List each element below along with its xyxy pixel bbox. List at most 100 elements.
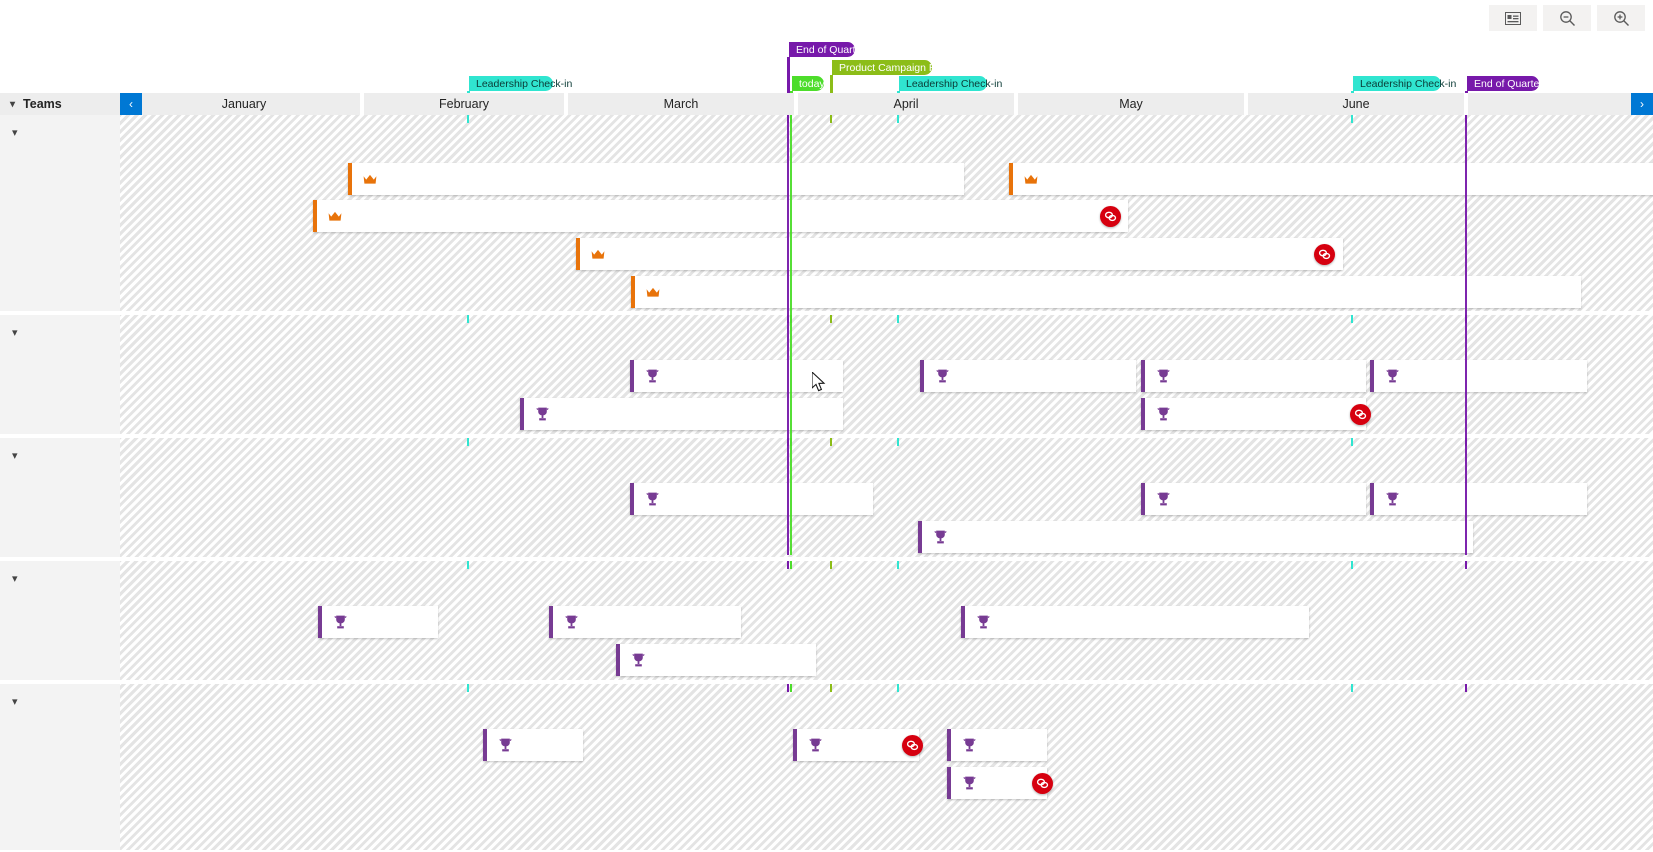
dependency-badge-icon[interactable] <box>1100 206 1121 227</box>
item-accent-bar <box>1009 163 1013 195</box>
teams-column-header[interactable]: ▾ Teams <box>0 93 120 115</box>
feature-card[interactable] <box>630 360 843 392</box>
milestone-tick <box>787 438 789 446</box>
milestone-tick <box>1465 315 1467 323</box>
epic-card[interactable] <box>313 200 1128 232</box>
month-header-label: April <box>893 97 919 111</box>
trophy-icon <box>333 615 347 629</box>
milestone-stem <box>830 75 833 93</box>
feature-card[interactable] <box>947 729 1047 761</box>
feature-card[interactable] <box>549 606 741 638</box>
crown-icon <box>1024 172 1038 186</box>
milestone-tick <box>1465 684 1467 692</box>
trophy-icon <box>645 369 659 383</box>
item-accent-bar <box>616 644 620 676</box>
team-collapse-chevron-icon[interactable]: ▾ <box>12 694 18 710</box>
milestone-marker[interactable]: Leadership Check-in <box>1353 76 1456 91</box>
month-header-march[interactable]: March <box>568 93 794 115</box>
milestone-tick <box>1465 115 1467 123</box>
item-accent-bar <box>348 163 352 195</box>
milestone-tick <box>467 438 469 446</box>
feature-card[interactable] <box>616 644 816 676</box>
sprint-gap-hatch <box>120 684 1653 850</box>
item-accent-bar <box>576 238 580 270</box>
milestone-tick <box>897 684 899 692</box>
feature-card[interactable] <box>1141 360 1366 392</box>
milestone-marker[interactable]: today <box>792 76 825 91</box>
dependency-badge-icon[interactable] <box>1314 244 1335 265</box>
milestone-tick <box>467 315 469 323</box>
trophy-icon <box>645 492 659 506</box>
team-collapse-chevron-icon[interactable]: ▾ <box>12 571 18 587</box>
feature-card[interactable] <box>1141 398 1366 430</box>
feature-card[interactable] <box>1370 483 1587 515</box>
feature-card[interactable] <box>483 729 583 761</box>
feature-card[interactable] <box>318 606 438 638</box>
item-accent-bar <box>318 606 322 638</box>
milestone-tick <box>1351 315 1353 323</box>
team-collapse-chevron-icon[interactable]: ▾ <box>12 448 18 464</box>
milestone-marker[interactable]: Leadership Check-in <box>899 76 1002 91</box>
milestone-marker[interactable]: Leadership Check-in <box>469 76 572 91</box>
team-label-cell: ▾ <box>0 684 120 850</box>
epic-card[interactable] <box>348 163 964 195</box>
milestone-tick <box>1351 561 1353 569</box>
timeline-header: ▾ Teams ‹ January February March April May Ju… <box>0 93 1653 115</box>
feature-card[interactable] <box>1370 360 1587 392</box>
team-label-cell: ▾ <box>0 438 120 557</box>
feature-card[interactable] <box>961 606 1309 638</box>
team-row: ▾+++++++ <box>0 561 1653 682</box>
feature-card[interactable] <box>630 483 873 515</box>
month-header-april[interactable]: April <box>798 93 1014 115</box>
milestone-marker[interactable]: Product Campaign Release <box>832 60 967 75</box>
team-row: ▾+++++++ <box>0 115 1653 313</box>
trophy-icon <box>1156 492 1170 506</box>
feature-card[interactable] <box>918 521 1473 553</box>
month-header-trailing <box>1468 93 1631 115</box>
scroll-right-button[interactable]: › <box>1631 93 1653 115</box>
feature-card[interactable] <box>1141 483 1366 515</box>
milestone-tick <box>830 684 832 692</box>
item-accent-bar <box>947 767 951 799</box>
milestone-tick <box>897 115 899 123</box>
item-accent-bar <box>947 729 951 761</box>
feature-card[interactable] <box>793 729 919 761</box>
epic-card[interactable] <box>576 238 1343 270</box>
scroll-left-button[interactable]: ‹ <box>120 93 142 115</box>
zoom-out-button[interactable] <box>1543 5 1591 31</box>
epic-card[interactable] <box>1009 163 1653 195</box>
epic-card[interactable] <box>631 276 1581 308</box>
team-collapse-chevron-icon[interactable]: ▾ <box>12 125 18 141</box>
milestone-marker[interactable]: End of Quarter <box>789 42 865 57</box>
milestone-tick <box>1351 115 1353 123</box>
item-accent-bar <box>631 276 635 308</box>
milestone-label: End of Quarter <box>796 43 865 56</box>
crown-icon <box>646 285 660 299</box>
milestone-tick <box>1351 684 1353 692</box>
item-accent-bar <box>961 606 965 638</box>
legend-button[interactable] <box>1489 5 1537 31</box>
month-header-february[interactable]: February <box>364 93 564 115</box>
team-collapse-chevron-icon[interactable]: ▾ <box>12 325 18 341</box>
milestone-marker[interactable]: End of Quarter <box>1467 76 1543 91</box>
month-header-label: January <box>221 97 267 111</box>
trophy-icon <box>1385 369 1399 383</box>
month-header-may[interactable]: May <box>1018 93 1244 115</box>
dependency-badge-icon[interactable] <box>1032 773 1053 794</box>
month-header-label: May <box>1119 97 1143 111</box>
feature-card[interactable] <box>920 360 1136 392</box>
dependency-badge-icon[interactable] <box>1350 404 1371 425</box>
milestone-tick <box>790 315 792 323</box>
milestone-label: Product Campaign Release <box>839 61 968 74</box>
milestone-tick <box>830 115 832 123</box>
zoom-in-button[interactable] <box>1597 5 1645 31</box>
dependency-badge-icon[interactable] <box>902 735 923 756</box>
feature-card[interactable] <box>520 398 843 430</box>
trophy-icon <box>962 776 976 790</box>
trophy-icon <box>962 738 976 752</box>
month-header-june[interactable]: June <box>1248 93 1464 115</box>
milestone-tick <box>830 438 832 446</box>
trophy-icon <box>976 615 990 629</box>
milestone-label: today <box>799 77 825 90</box>
month-header-january[interactable]: January <box>128 93 360 115</box>
